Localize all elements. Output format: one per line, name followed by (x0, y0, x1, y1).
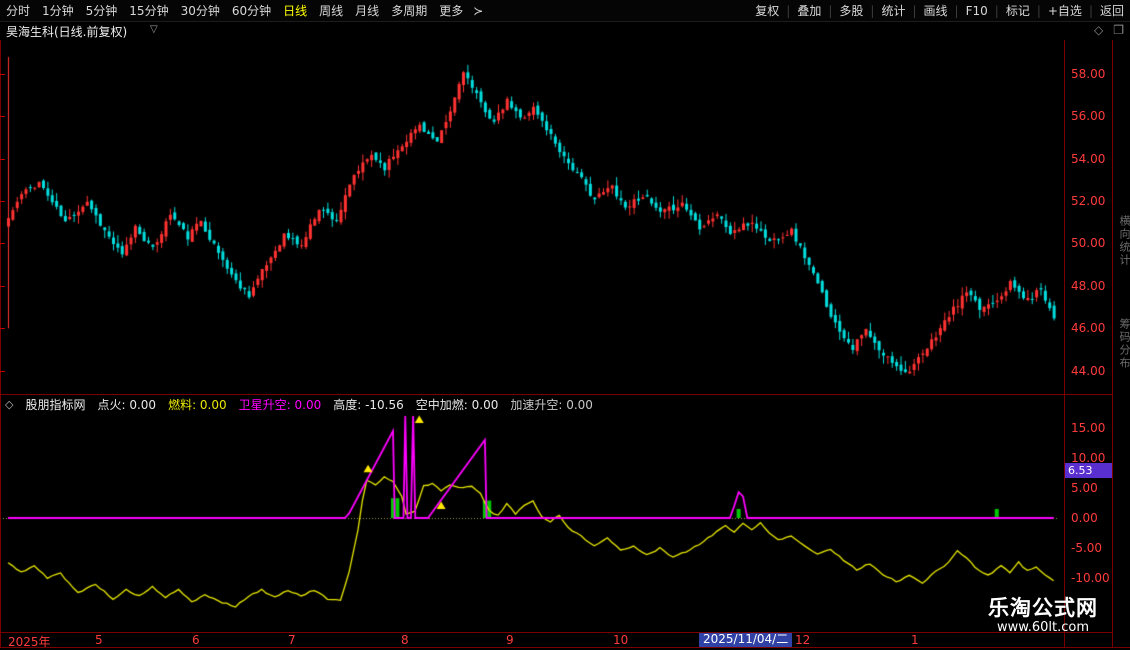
price-tick-label: 44.00 (1071, 364, 1105, 378)
toolbar-period-item-10[interactable]: 更多 (433, 0, 469, 22)
indicator-chart[interactable] (0, 414, 1065, 632)
toolbar-function-item-5[interactable]: F10 (960, 0, 994, 22)
title-row: 昊海生科(日线.前复权) ▽ ◇ ❐ (0, 22, 1130, 40)
indicator-tick-label: 5.00 (1071, 481, 1098, 495)
function-toolbar: 复权|叠加|多股|统计|画线|F10|标记|+自选|返回 (749, 0, 1130, 22)
separator-indicator-date (0, 632, 1113, 633)
frame-bottom-line (0, 647, 1130, 648)
axis-tick (0, 286, 5, 287)
indicator-tick-label: 15.00 (1071, 421, 1105, 435)
stock-app-window: 分时1分钟5分钟15分钟30分钟60分钟日线周线月线多周期更多≻ 复权|叠加|多… (0, 0, 1130, 650)
indicator-field-2: 卫星升空: 0.00 (239, 396, 322, 413)
toolbar-period-item-8[interactable]: 月线 (349, 0, 385, 22)
toolbar-period-item-9[interactable]: 多周期 (385, 0, 433, 22)
chevron-down-icon[interactable]: ▽ (150, 24, 158, 35)
watermark-url: www.60lt.com (975, 620, 1111, 635)
indicator-field-4: 空中加燃: 0.00 (416, 396, 499, 413)
toolbar-function-item-1[interactable]: 叠加 (791, 0, 827, 22)
frame-left-line (0, 40, 1, 647)
indicator-field-5: 加速升空: 0.00 (510, 396, 593, 413)
main-candlestick-chart[interactable] (0, 40, 1065, 394)
indicator-field-1: 燃料: 0.00 (168, 396, 227, 413)
date-highlight-label: 2025/11/04/二 (699, 632, 792, 647)
indicator-tick-label: -10.00 (1071, 571, 1110, 585)
axis-tick (0, 243, 5, 244)
price-tick-label: 58.00 (1071, 67, 1105, 81)
toolbar-period-item-6[interactable]: 日线 (277, 0, 313, 22)
site-watermark: 乐淘公式网 www.60lt.com (975, 596, 1111, 635)
right-side-strip: 横向统计筹码分布 (1114, 40, 1130, 647)
frame-axis-line (1064, 40, 1065, 647)
toolbar-period-item-4[interactable]: 30分钟 (175, 0, 226, 22)
date-label: 1 (911, 633, 919, 647)
toolbar-period-item-0[interactable]: 分时 (0, 0, 36, 22)
indicator-diamond-icon: ◇ (5, 398, 13, 411)
indicator-header: ◇ 股朋指标网点火: 0.00 燃料: 0.00 卫星升空: 0.00 高度: -10.… (0, 395, 1060, 413)
date-axis: 2025年56789102025/11/04/二121 (0, 633, 1113, 647)
toolbar-function-item-2[interactable]: 多股 (833, 0, 869, 22)
frame-right-line (1112, 40, 1113, 647)
toolbar-function-item-3[interactable]: 统计 (875, 0, 911, 22)
price-tick-label: 46.00 (1071, 321, 1105, 335)
toolbar-function-item-4[interactable]: 画线 (918, 0, 954, 22)
price-tick-label: 48.00 (1071, 279, 1105, 293)
price-axis: 58.00 56.00 54.00 52.00 50.00 48.00 46.00 44.00 (1068, 40, 1112, 394)
axis-tick (0, 116, 5, 117)
toolbar-period-item-5[interactable]: 60分钟 (226, 0, 277, 22)
indicator-field-0: 点火: 0.00 (97, 396, 156, 413)
axis-tick (0, 159, 5, 160)
toolbar-function-item-8[interactable]: 返回 (1094, 0, 1130, 22)
axis-tick (0, 201, 5, 202)
indicator-tick-label: -5.00 (1071, 541, 1102, 555)
date-label: 12 (795, 633, 810, 647)
indicator-field-3: 高度: -10.56 (333, 396, 404, 413)
toolbar-period-item-1[interactable]: 1分钟 (36, 0, 80, 22)
right-strip-tab-1[interactable]: 筹码分布 (1116, 318, 1130, 370)
toolbar-period-item-2[interactable]: 5分钟 (80, 0, 124, 22)
toolbar-function-item-0[interactable]: 复权 (749, 0, 785, 22)
date-label: 5 (95, 633, 103, 647)
toolbar-period-item-7[interactable]: 周线 (313, 0, 349, 22)
separator-main-indicator (0, 394, 1113, 395)
indicator-name: 股朋指标网 (25, 396, 85, 413)
price-tick-label: 50.00 (1071, 236, 1105, 250)
date-label: 10 (613, 633, 628, 647)
price-tick-label: 56.00 (1071, 109, 1105, 123)
toolbar-period-item-3[interactable]: 15分钟 (123, 0, 174, 22)
stock-title: 昊海生科(日线.前复权) (6, 23, 127, 40)
axis-tick (0, 74, 5, 75)
toolbar-function-item-6[interactable]: 标记 (1000, 0, 1036, 22)
indicator-tick-label: 0.00 (1071, 511, 1098, 525)
top-toolbar: 分时1分钟5分钟15分钟30分钟60分钟日线周线月线多周期更多≻ 复权|叠加|多… (0, 0, 1130, 22)
date-label: 6 (192, 633, 200, 647)
more-arrow-icon[interactable]: ≻ (469, 4, 487, 18)
date-label: 7 (288, 633, 296, 647)
price-tick-label: 54.00 (1071, 152, 1105, 166)
diamond-icon[interactable]: ◇ (1094, 23, 1103, 37)
window-icon[interactable]: ❐ (1113, 23, 1124, 37)
period-toolbar: 分时1分钟5分钟15分钟30分钟60分钟日线周线月线多周期更多≻ (0, 0, 487, 22)
right-strip-tab-0[interactable]: 横向统计 (1116, 215, 1130, 267)
axis-tick (0, 371, 5, 372)
date-label: 9 (506, 633, 514, 647)
date-label: 8 (401, 633, 409, 647)
latest-value-badge: 6.53 (1065, 463, 1112, 478)
axis-tick (0, 328, 5, 329)
watermark-title: 乐淘公式网 (975, 596, 1111, 620)
price-tick-label: 52.00 (1071, 194, 1105, 208)
toolbar-function-item-7[interactable]: +自选 (1042, 0, 1088, 22)
